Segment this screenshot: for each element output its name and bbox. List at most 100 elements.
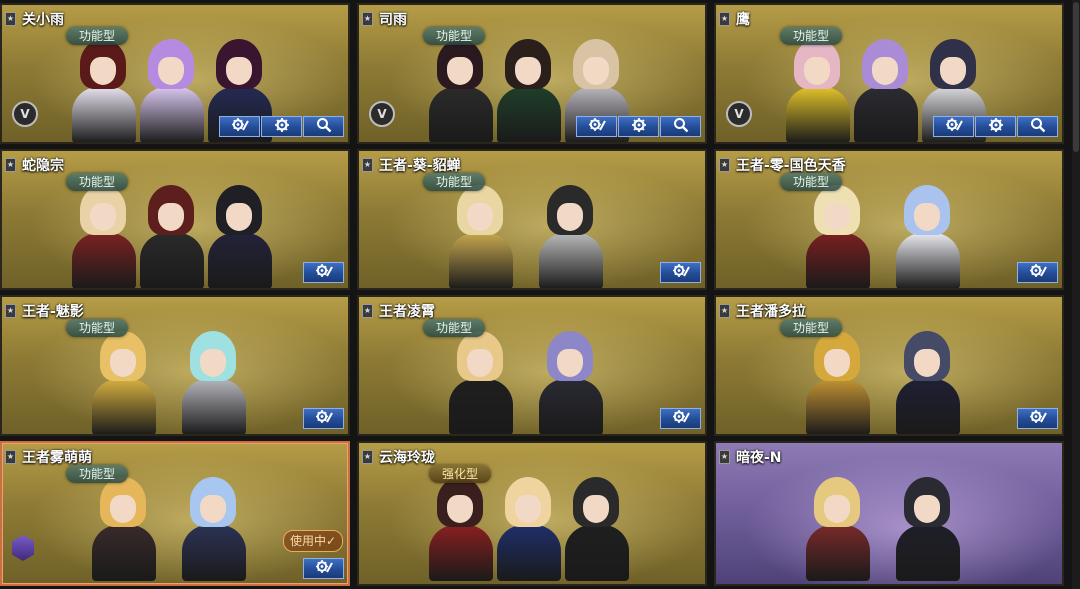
inspect-button[interactable] (660, 116, 701, 137)
rank-star-icon: ★ (5, 304, 16, 318)
modify-icon (1028, 410, 1048, 428)
modify-icon (314, 410, 334, 428)
settings-button[interactable] (975, 116, 1016, 137)
gear-icon (631, 118, 647, 137)
character-figure (429, 39, 493, 142)
rank-star-icon: ★ (719, 12, 730, 26)
modify-icon (944, 118, 964, 136)
scrollbar-thumb[interactable] (1073, 2, 1079, 152)
skin-card[interactable]: ★ 鹰 功能型 V (714, 3, 1064, 144)
rank-star-icon: ★ (362, 304, 373, 318)
skin-card[interactable]: ★ 司雨 功能型 V (357, 3, 707, 144)
skin-card[interactable]: ★ 云海玲珑 强化型 (357, 441, 707, 586)
inspect-button[interactable] (303, 116, 344, 137)
rank-star-icon: ★ (719, 450, 730, 464)
gem-icon (12, 535, 34, 561)
skin-name: 鹰 (736, 12, 750, 28)
modify-button[interactable] (303, 558, 344, 579)
character-figure (896, 477, 960, 581)
rank-star-icon: ★ (362, 158, 373, 172)
modify-icon (1028, 264, 1048, 282)
modify-button[interactable] (1017, 408, 1058, 429)
skin-name: 暗夜-N (736, 450, 782, 466)
vip-icon: V (12, 101, 38, 127)
modify-icon (230, 118, 250, 136)
modify-icon (587, 118, 607, 136)
modify-button[interactable] (660, 408, 701, 429)
character-figure (806, 331, 870, 434)
gear-icon (274, 118, 290, 137)
character-figure (72, 185, 136, 288)
character-figure (140, 185, 204, 288)
skin-card[interactable]: ★ 蛇隐宗 功能型 (0, 149, 350, 290)
skin-card[interactable]: ★ 王者凌霄 功能型 (357, 295, 707, 436)
type-badge: 功能型 (780, 319, 842, 337)
type-badge: 功能型 (66, 465, 128, 483)
skin-card[interactable]: ★ 王者雾萌萌 功能型 使用中✓ (0, 441, 350, 586)
type-badge: 功能型 (66, 173, 128, 191)
character-figure (92, 331, 156, 434)
skin-card-grid: ★ 关小雨 功能型 V ★ 司雨 功能型 V ★ 鹰 功能型 V ★ 蛇隐宗 功能型 ★ 王者- (0, 0, 1072, 589)
settings-button[interactable] (261, 116, 302, 137)
character-figure (854, 39, 918, 142)
modify-button[interactable] (660, 262, 701, 283)
character-figure (786, 39, 850, 142)
character-figure (565, 477, 629, 581)
rank-star-icon: ★ (719, 304, 730, 318)
search-icon (316, 118, 332, 137)
rank-star-icon: ★ (5, 450, 16, 464)
type-badge: 功能型 (423, 27, 485, 45)
modify-button[interactable] (303, 262, 344, 283)
character-figure (182, 331, 246, 434)
character-figure (208, 185, 272, 288)
search-icon (673, 118, 689, 137)
skin-card[interactable]: ★ 王者潘多拉 功能型 (714, 295, 1064, 436)
skin-card[interactable]: ★ 王者-零-国色天香 功能型 (714, 149, 1064, 290)
modify-icon (671, 264, 691, 282)
skin-name: 关小雨 (22, 12, 64, 28)
rank-star-icon: ★ (5, 12, 16, 26)
character-figure (539, 331, 603, 434)
character-figure (140, 39, 204, 142)
inspect-button[interactable] (1017, 116, 1058, 137)
skin-card[interactable]: ★ 暗夜-N (714, 441, 1064, 586)
character-figure (182, 477, 246, 581)
settings-button[interactable] (618, 116, 659, 137)
modify-button[interactable] (933, 116, 974, 137)
modify-button[interactable] (219, 116, 260, 137)
skin-name: 司雨 (379, 12, 407, 28)
modify-button[interactable] (1017, 262, 1058, 283)
skin-card[interactable]: ★ 王者-葵-貂蝉 功能型 (357, 149, 707, 290)
type-badge: 功能型 (66, 27, 128, 45)
character-figure (92, 477, 156, 581)
type-badge: 功能型 (423, 173, 485, 191)
character-figure (72, 39, 136, 142)
character-figure (449, 185, 513, 288)
character-figure (539, 185, 603, 288)
rank-star-icon: ★ (362, 12, 373, 26)
type-badge: 功能型 (66, 319, 128, 337)
rank-star-icon: ★ (362, 450, 373, 464)
character-figure (896, 185, 960, 288)
character-portraits (776, 461, 1006, 581)
in-use-badge: 使用中✓ (282, 530, 343, 552)
vip-icon: V (726, 101, 752, 127)
skin-name: 蛇隐宗 (22, 158, 64, 174)
rank-star-icon: ★ (5, 158, 16, 172)
character-figure (429, 477, 493, 581)
scrollbar[interactable] (1072, 0, 1080, 589)
type-badge: 功能型 (780, 27, 842, 45)
modify-button[interactable] (576, 116, 617, 137)
vip-icon: V (369, 101, 395, 127)
rank-star-icon: ★ (719, 158, 730, 172)
skin-card[interactable]: ★ 王者-魅影 功能型 (0, 295, 350, 436)
character-figure (806, 185, 870, 288)
character-figure (497, 477, 561, 581)
skin-card[interactable]: ★ 关小雨 功能型 V (0, 3, 350, 144)
type-badge: 功能型 (780, 173, 842, 191)
gear-icon (988, 118, 1004, 137)
type-badge: 强化型 (429, 465, 491, 483)
character-figure (806, 477, 870, 581)
modify-button[interactable] (303, 408, 344, 429)
type-badge: 功能型 (423, 319, 485, 337)
